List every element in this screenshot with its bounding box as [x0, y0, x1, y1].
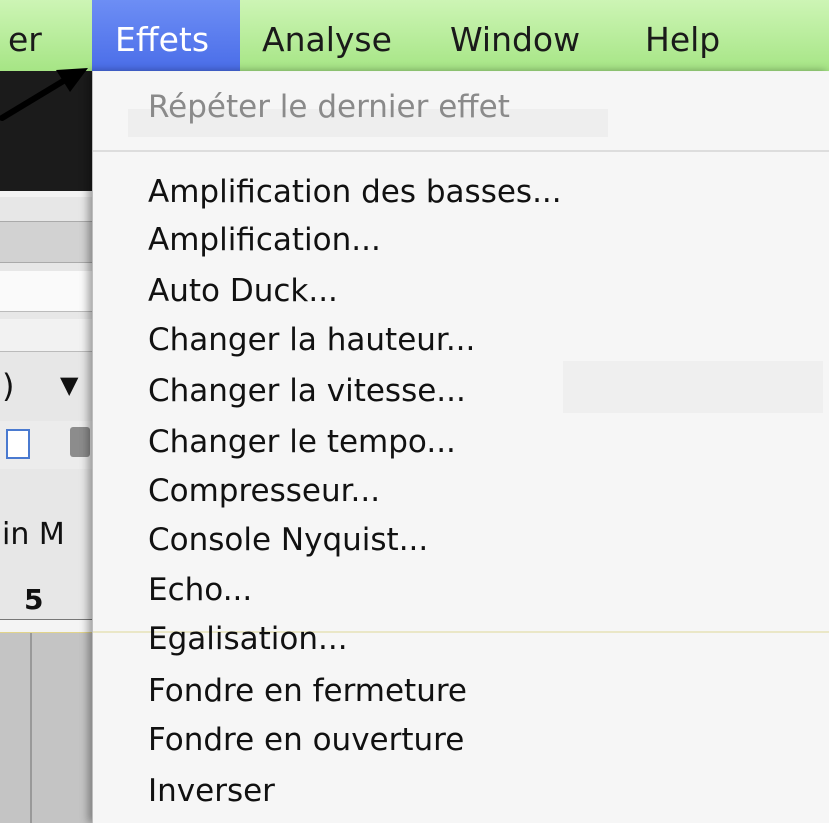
menu-item-change-speed[interactable]: Changer la vitesse... [148, 369, 466, 413]
menu-item-repeat-last-effect: Répéter le dernier effet [148, 89, 510, 125]
menu-item-change-pitch[interactable]: Changer la hauteur... [148, 318, 475, 362]
menu-item-fade-in[interactable]: Fondre en ouverture [148, 718, 464, 762]
menu-bar: er Effets Analyse Window Help [0, 0, 829, 72]
menu-help[interactable]: Help [645, 0, 720, 71]
menu-window[interactable]: Window [450, 0, 580, 71]
menu-analyse[interactable]: Analyse [262, 0, 392, 71]
menu-item-echo[interactable]: Echo... [148, 568, 252, 612]
background-toolbar-ghost [563, 361, 823, 413]
menu-item-bass-boost[interactable]: Amplification des basses... [148, 170, 562, 214]
background-label-fragment: in M [2, 517, 65, 552]
menu-item-amplify[interactable]: Amplification... [148, 218, 381, 262]
chevron-down-icon: ▼ [60, 371, 79, 399]
clipboard-icon [70, 427, 90, 457]
background-divider [0, 191, 92, 197]
menu-item-nyquist-console[interactable]: Console Nyquist... [148, 518, 428, 562]
menu-item-invert[interactable]: Inverser [148, 769, 275, 813]
menu-item-compressor[interactable]: Compresseur... [148, 469, 380, 513]
menu-item-change-tempo[interactable]: Changer le tempo... [148, 420, 456, 464]
background-track-line [30, 633, 32, 823]
paste-icon [6, 429, 30, 459]
background-toolbar [0, 221, 92, 263]
effets-dropdown-menu: Répéter le dernier effet Amplification d… [92, 71, 829, 823]
menu-effets[interactable]: Effets [92, 0, 240, 71]
background-dropdown-fragment: ) [2, 367, 15, 405]
background-ruler-label: 5 [24, 583, 44, 616]
background-track-area [0, 633, 92, 823]
menu-item-equalization[interactable]: Egalisation... [148, 617, 348, 661]
background-app-window: ) ▼ in M 5 [0, 71, 92, 823]
background-field [0, 271, 92, 312]
menu-item-fade-out[interactable]: Fondre en fermeture [148, 669, 467, 713]
menu-separator [93, 150, 829, 152]
menu-item-auto-duck[interactable]: Auto Duck... [148, 269, 338, 313]
background-icon-row [0, 421, 92, 469]
background-field-2 [0, 319, 92, 352]
